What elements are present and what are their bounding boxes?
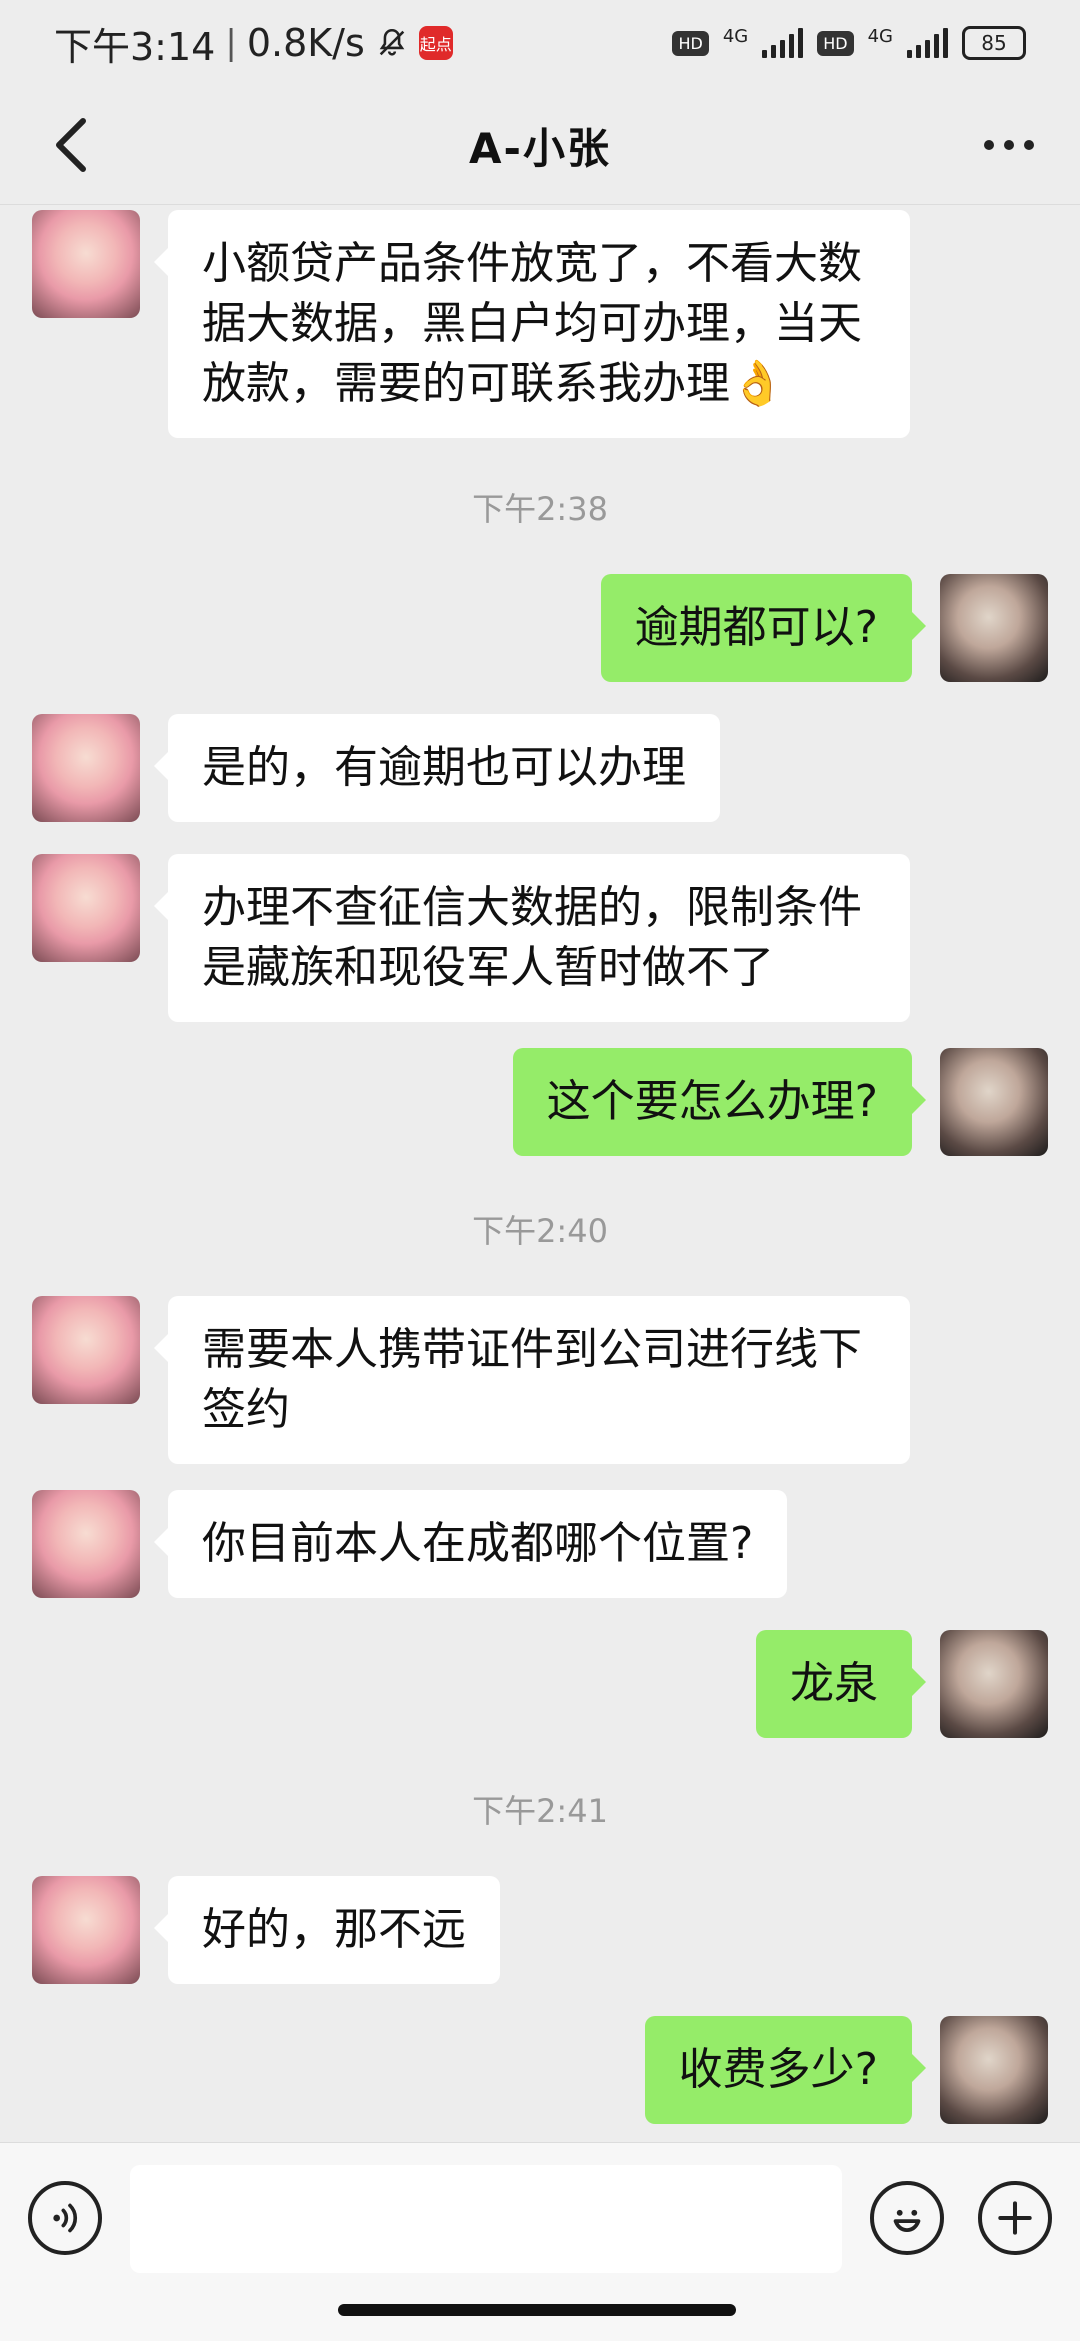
message-incoming: 好的，那不远 (32, 1876, 500, 1984)
battery-icon: 85 (962, 26, 1026, 60)
my-avatar[interactable] (940, 1630, 1048, 1738)
message-incoming: 办理不查征信大数据的，限制条件是藏族和现役军人暂时做不了 (32, 854, 910, 1022)
status-separator: | (225, 23, 237, 63)
message-outgoing: 这个要怎么办理? (512, 1048, 1048, 1156)
chat-title: A-小张 (469, 123, 611, 173)
network-type-1: 4G (722, 26, 749, 47)
hd-badge-2: HD (817, 30, 854, 56)
message-incoming: 小额贷产品条件放宽了，不看大数据大数据，黑白户均可办理，当天放款，需要的可联系我… (32, 210, 910, 438)
signal-icon-2 (907, 28, 948, 58)
more-button[interactable] (964, 100, 1054, 190)
message-input[interactable] (130, 2165, 842, 2273)
signal-icon-1 (762, 28, 804, 58)
message-bubble[interactable]: 办理不查征信大数据的，限制条件是藏族和现役军人暂时做不了 (154, 854, 910, 1022)
my-avatar[interactable] (940, 2016, 1048, 2124)
more-dot (1004, 140, 1014, 150)
message-bubble[interactable]: 小额贷产品条件放宽了，不看大数据大数据，黑白户均可办理，当天放款，需要的可联系我… (154, 210, 910, 438)
more-dot (1024, 140, 1034, 150)
message-bubble[interactable]: 好的，那不远 (154, 1876, 500, 1984)
message-outgoing: 逾期都可以? (600, 574, 1048, 682)
home-indicator[interactable] (338, 2304, 736, 2316)
message-outgoing: 龙泉 (756, 1630, 1048, 1738)
mute-bell-icon (379, 28, 405, 56)
message-bubble[interactable]: 龙泉 (756, 1630, 926, 1738)
back-button[interactable] (26, 100, 116, 190)
my-avatar[interactable] (940, 574, 1048, 682)
timestamp: 下午2:41 (472, 1792, 608, 1830)
message-bubble[interactable]: 你目前本人在成都哪个位置? (153, 1490, 788, 1598)
more-dot (984, 140, 994, 150)
status-bar: 下午3:14 | 0.8K/s 起点 HD 4G HD 4G 85 (0, 0, 1080, 86)
contact-avatar[interactable] (32, 714, 140, 822)
emoji-icon (893, 2209, 921, 2232)
contact-avatar[interactable] (32, 1490, 140, 1598)
message-bubble[interactable]: 收费多少? (644, 2016, 927, 2124)
contact-avatar[interactable] (32, 854, 140, 962)
message-bubble[interactable]: 是的，有逾期也可以办理 (154, 714, 720, 822)
timestamp: 下午2:38 (472, 490, 608, 528)
contact-avatar[interactable] (32, 1876, 140, 1984)
back-arrow-icon (56, 118, 86, 172)
status-time: 下午3:14 (54, 24, 216, 69)
message-outgoing: 收费多少? (644, 2016, 1048, 2124)
timestamp: 下午2:40 (472, 1212, 608, 1250)
status-right: HD 4G HD 4G 85 (672, 26, 1026, 60)
app-badge-icon: 起点 (418, 26, 453, 60)
chat-header: A-小张 (0, 86, 1080, 205)
network-type-2: 4G (867, 26, 893, 47)
hd-badge-1: HD (672, 30, 709, 56)
status-left: 下午3:14 | 0.8K/s 起点 (54, 16, 453, 71)
message-incoming: 你目前本人在成都哪个位置? (32, 1490, 788, 1598)
voice-button[interactable] (28, 2181, 102, 2255)
contact-avatar[interactable] (32, 210, 140, 318)
message-bubble[interactable]: 逾期都可以? (600, 574, 927, 682)
message-incoming: 需要本人携带证件到公司进行线下签约 (32, 1296, 910, 1464)
network-speed: 0.8K/s (246, 21, 365, 65)
add-button[interactable] (978, 2181, 1052, 2255)
voice-icon (53, 2203, 78, 2233)
add-icon (998, 2201, 1032, 2235)
message-bubble[interactable]: 需要本人携带证件到公司进行线下签约 (154, 1296, 910, 1464)
contact-avatar[interactable] (32, 1296, 140, 1404)
emoji-button[interactable] (870, 2181, 944, 2255)
message-bubble[interactable]: 这个要怎么办理? (512, 1048, 927, 1156)
my-avatar[interactable] (940, 1048, 1048, 1156)
message-incoming: 是的，有逾期也可以办理 (32, 714, 720, 822)
battery-level: 85 (981, 31, 1007, 55)
